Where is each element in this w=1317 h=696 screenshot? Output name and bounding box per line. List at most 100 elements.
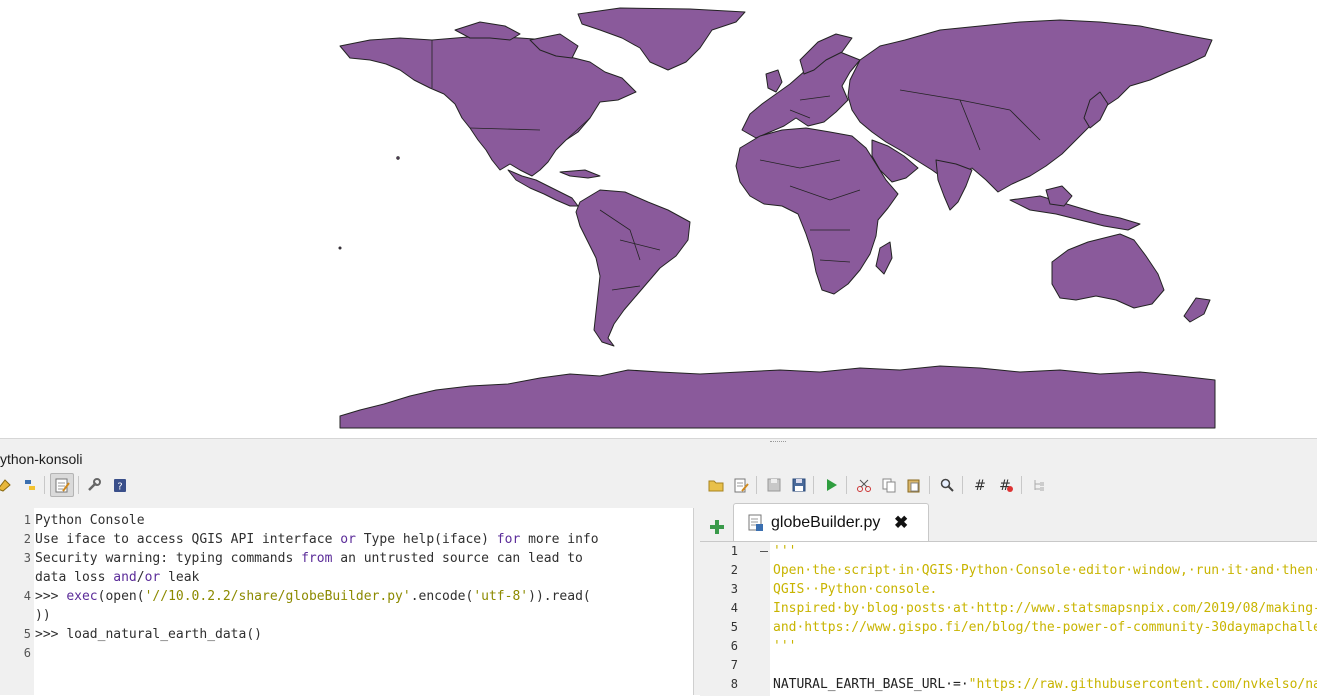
console-token: exec [66, 589, 98, 604]
console-token: >>> [35, 627, 67, 642]
console-token: Type help(iface) [355, 532, 497, 547]
run-command-button[interactable] [20, 475, 40, 495]
console-token: or [144, 570, 161, 585]
console-token: Python Console [35, 513, 145, 528]
toolbar-separator [929, 476, 930, 494]
console-line-number: 2 [23, 532, 31, 546]
editor-string-token: "https://raw.githubusercontent.com/nvkel… [968, 677, 1317, 692]
madagascar-shape [875, 241, 893, 275]
fold-marker[interactable] [760, 551, 768, 552]
world-map[interactable] [0, 0, 1317, 438]
console-line-gutter: 1 2 3 4 5 6 [0, 508, 34, 695]
console-token: 'utf-8' [473, 589, 529, 604]
editor-line-gutter: 1 2 3 4 5 6 7 8 [700, 542, 770, 696]
save-as-button[interactable] [789, 475, 809, 495]
console-token: more info [520, 532, 599, 547]
dock-title: ython-konsoli [0, 451, 83, 467]
help-button[interactable]: ? [110, 475, 130, 495]
console-token: Security warning: typing commands [35, 551, 302, 566]
run-script-button[interactable] [821, 475, 841, 495]
editor-line: ''' [773, 639, 797, 654]
editor-token: NATURAL_EARTH_BASE_URL·=· [773, 677, 969, 692]
british-isles-shape [765, 69, 783, 93]
console-line: )) [35, 606, 51, 625]
open-in-external-editor-button[interactable] [731, 475, 751, 495]
help-icon: ? [114, 479, 126, 493]
python-icon [25, 480, 35, 490]
hash-icon: # [974, 478, 986, 493]
editor-line: Inspired·by·blog·posts·at·http://www.sta… [773, 601, 1317, 616]
southeast-asia-islands-shape [1009, 195, 1141, 231]
console-token: load_natural_earth_data() [66, 627, 262, 642]
uncomment-button[interactable]: # [996, 475, 1016, 495]
console-token: Use iface to access QGIS API interface [35, 532, 341, 547]
copy-button[interactable] [879, 475, 899, 495]
toolbar-separator [813, 476, 814, 494]
magnifier-icon [940, 478, 954, 492]
wrench-icon [88, 478, 101, 491]
console-line: Security warning: typing commands from a… [35, 549, 583, 568]
show-editor-button[interactable] [50, 473, 74, 497]
editor-line: Open·the·script·in·QGIS·Python·Console·e… [773, 563, 1317, 578]
console-line-number: 1 [23, 513, 31, 527]
console-token: (open( [97, 589, 145, 604]
map-canvas[interactable] [0, 0, 1317, 438]
editor-line-number: 2 [730, 563, 738, 577]
console-token: an untrusted source can lead to [332, 551, 583, 566]
south-america-shape [575, 189, 691, 347]
script-editor[interactable]: globeBuilder.py ✖ 1 2 3 4 5 6 7 8 ''' Open·the·s… [700, 500, 1317, 696]
toolbar-separator [846, 476, 847, 494]
console-line: >>> load_natural_earth_data() [35, 625, 262, 644]
clear-console-button[interactable] [0, 475, 14, 495]
console-line-number: 5 [23, 627, 31, 641]
object-inspector-button[interactable] [1029, 475, 1049, 495]
python-console-dock: ython-konsoli ? # # 1 2 3 4 5 6 Python C… [0, 444, 1317, 696]
close-tab-icon[interactable]: ✖ [894, 513, 908, 533]
toolbar-separator [962, 476, 963, 494]
console-token: )) [35, 608, 51, 623]
folder-open-icon [708, 480, 724, 492]
paste-button[interactable] [904, 475, 924, 495]
options-button[interactable] [84, 475, 104, 495]
splitter-grip[interactable] [770, 441, 786, 443]
console-line-number: 4 [23, 589, 31, 603]
console-token: >>> [35, 589, 67, 604]
editor-tab[interactable]: globeBuilder.py ✖ [733, 503, 929, 542]
editor-line-number: 3 [730, 582, 738, 596]
find-button[interactable] [937, 475, 957, 495]
open-script-button[interactable] [706, 475, 726, 495]
new-zealand-shape [1183, 297, 1211, 323]
editor-line-number: 8 [730, 677, 738, 691]
console-line-number: 3 [23, 551, 31, 565]
editor-icon [55, 478, 70, 493]
new-editor-tab-button[interactable] [708, 518, 726, 536]
console-line: Python Console [35, 511, 145, 530]
save-button[interactable] [764, 475, 784, 495]
console-token: .encode( [410, 589, 474, 604]
console-token: data loss [35, 570, 114, 585]
console-token: and [113, 570, 137, 585]
toolbar-separator [78, 476, 79, 494]
console-output[interactable]: 1 2 3 4 5 6 Python Console Use iface to access… [0, 508, 694, 695]
north-america-shape [339, 35, 637, 177]
australia-shape [1051, 233, 1165, 309]
editor-line: NATURAL_EARTH_BASE_URL·=·"https://raw.gi… [773, 675, 1317, 694]
toolbar-separator [1021, 476, 1022, 494]
editor-tab-label: globeBuilder.py [771, 514, 881, 531]
caribbean-islands-shape [559, 169, 601, 179]
console-token: leak [160, 570, 200, 585]
run-triangle-icon [827, 479, 837, 491]
editor-line: ''' [773, 544, 797, 559]
editor-line-number: 6 [730, 639, 738, 653]
editor-text-area[interactable]: 1 2 3 4 5 6 7 8 ''' Open·the·script·in·QGIS·Pyth… [700, 541, 1317, 696]
editor-line-number: 7 [730, 658, 738, 672]
antarctica-shape [339, 365, 1216, 429]
editor-line-number: 4 [730, 601, 738, 615]
save-as-icon [792, 478, 806, 492]
pacific-island-shape [338, 246, 342, 250]
comment-button[interactable]: # [970, 475, 990, 495]
indian-subcontinent-shape [935, 159, 973, 211]
scissors-icon [857, 479, 871, 492]
console-token: from [301, 551, 333, 566]
cut-button[interactable] [854, 475, 874, 495]
